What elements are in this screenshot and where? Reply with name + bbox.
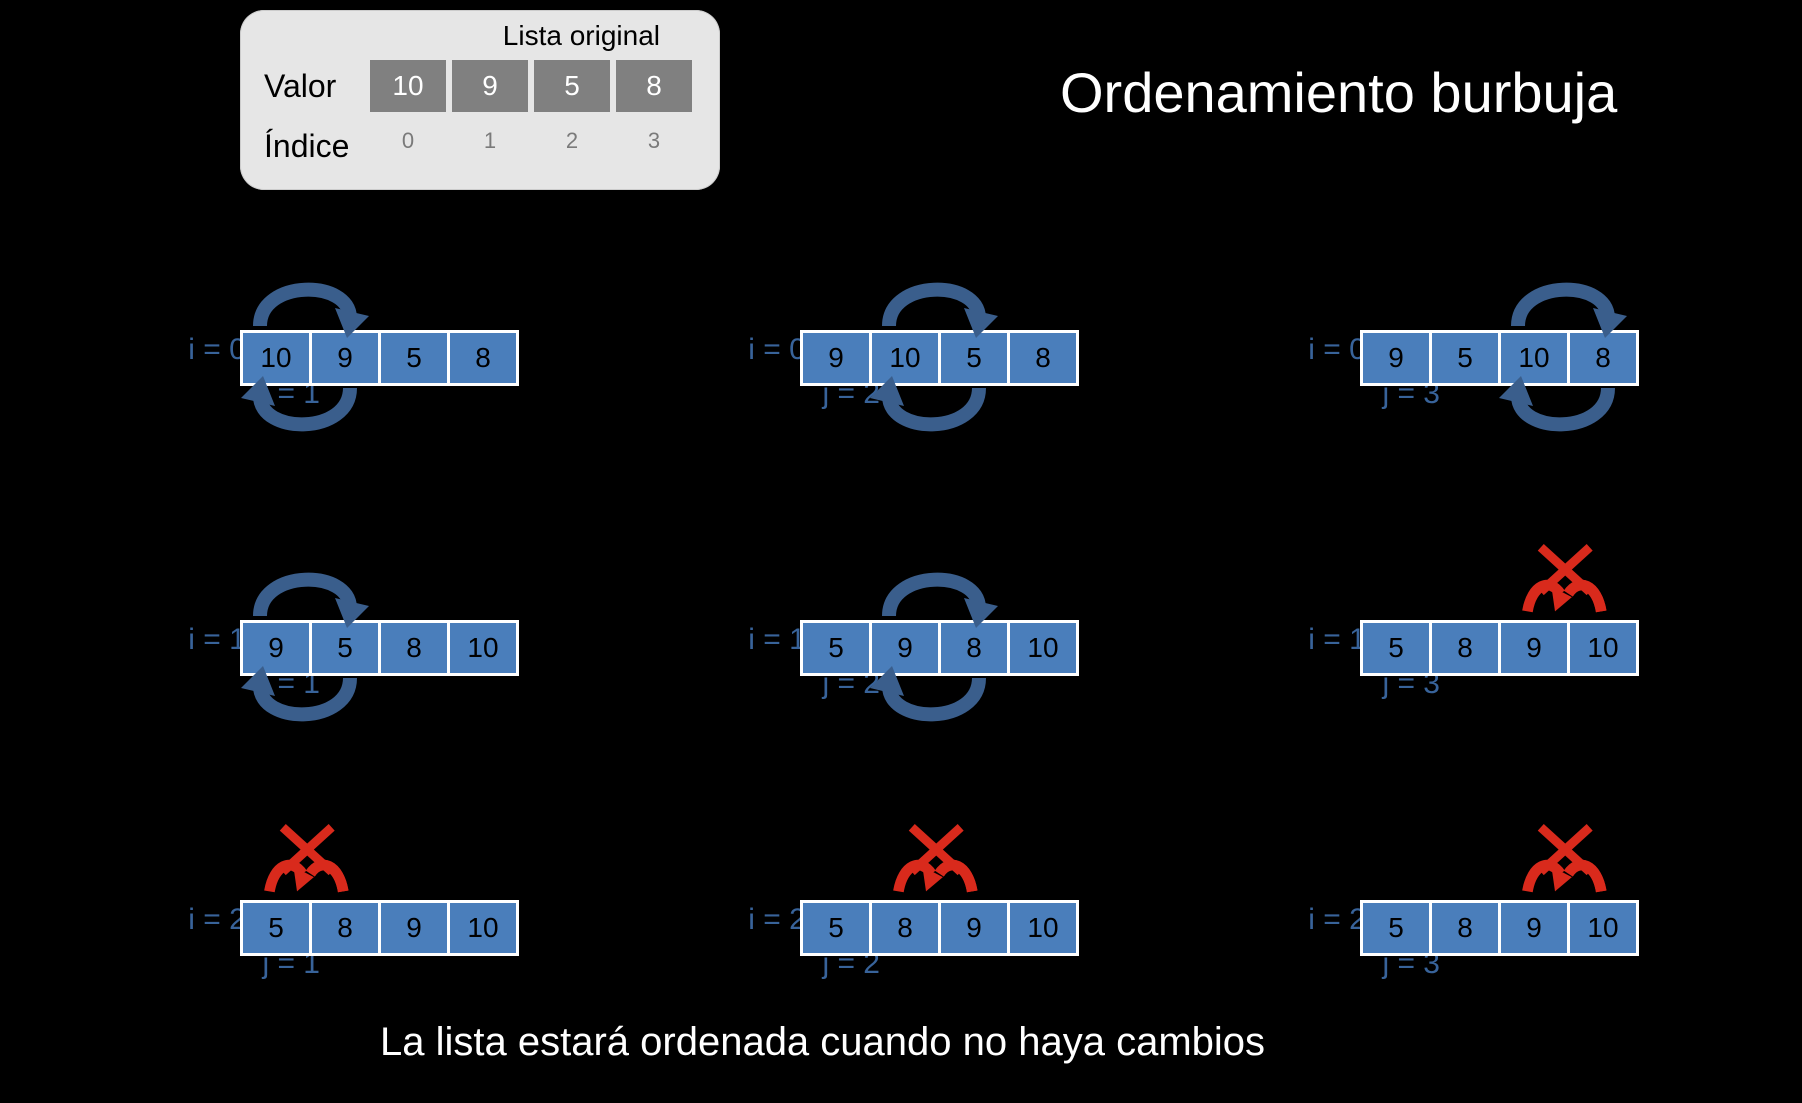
original-list-title: Lista original xyxy=(503,20,660,52)
no-swap-icon xyxy=(1488,822,1638,902)
array-cell: 5 xyxy=(803,623,872,673)
array-cell: 9 xyxy=(941,903,1010,953)
swap-arrow-top xyxy=(235,554,375,624)
label-indice: Índice xyxy=(264,128,349,165)
swap-arrow-bottom xyxy=(864,380,1004,450)
array-cell: 9 xyxy=(1363,333,1432,383)
header-index-cell: 2 xyxy=(534,128,610,154)
label-valor: Valor xyxy=(264,68,336,105)
array-cell: 5 xyxy=(803,903,872,953)
array-cell: 8 xyxy=(1010,333,1076,383)
array-cell: 9 xyxy=(312,333,381,383)
step: i = 0, j = 2j = 395108 xyxy=(1180,250,1750,490)
step: i = 1, j = 1j = 259810 xyxy=(620,540,1190,780)
original-list-panel: Lista original Valor Índice 10958 0123 xyxy=(240,10,720,190)
array-cell: 9 xyxy=(872,623,941,673)
header-index-cell: 1 xyxy=(452,128,528,154)
array: 10958 xyxy=(240,330,519,386)
swap-arrow-bottom xyxy=(235,380,375,450)
array-cell: 5 xyxy=(243,903,312,953)
array-cell: 5 xyxy=(1432,333,1501,383)
array-cell: 8 xyxy=(941,623,1010,673)
header-index-cell: 0 xyxy=(370,128,446,154)
header-value-cell: 8 xyxy=(616,60,692,112)
step: i = 1, j = 2j = 358910 xyxy=(1180,540,1750,780)
step: i = 1, j = 0j = 195810 xyxy=(60,540,630,780)
header-value-cell: 10 xyxy=(370,60,446,112)
original-list-values: 10958 xyxy=(370,60,692,112)
array-cell: 10 xyxy=(450,903,516,953)
footer-text: La lista estará ordenada cuando no haya … xyxy=(380,1020,1265,1065)
array-cell: 10 xyxy=(1501,333,1570,383)
swap-arrow-bottom xyxy=(1493,380,1633,450)
step: i = 2, j = 2j = 358910 xyxy=(1180,820,1750,1060)
array-cell: 10 xyxy=(1010,903,1076,953)
array-cell: 8 xyxy=(312,903,381,953)
array-cell: 8 xyxy=(872,903,941,953)
array-cell: 9 xyxy=(243,623,312,673)
array-cell: 5 xyxy=(1363,903,1432,953)
array-cell: 10 xyxy=(872,333,941,383)
array-cell: 10 xyxy=(1010,623,1076,673)
step: i = 0, j = 0j = 110958 xyxy=(60,250,630,490)
header-value-cell: 5 xyxy=(534,60,610,112)
array-cell: 10 xyxy=(1570,623,1636,673)
array-cell: 10 xyxy=(450,623,516,673)
no-swap-icon xyxy=(859,822,1009,902)
array-cell: 8 xyxy=(1570,333,1636,383)
array-cell: 8 xyxy=(450,333,516,383)
step: i = 0, j = 1j = 291058 xyxy=(620,250,1190,490)
array-cell: 10 xyxy=(243,333,312,383)
array: 59810 xyxy=(800,620,1079,676)
swap-arrow-top xyxy=(1493,264,1633,334)
header-index-cell: 3 xyxy=(616,128,692,154)
array-cell: 5 xyxy=(941,333,1010,383)
swap-arrow-top xyxy=(235,264,375,334)
array-cell: 9 xyxy=(1501,903,1570,953)
array: 58910 xyxy=(800,900,1079,956)
swap-arrow-top xyxy=(864,264,1004,334)
header-value-cell: 9 xyxy=(452,60,528,112)
no-swap-icon xyxy=(230,822,380,902)
array-cell: 9 xyxy=(381,903,450,953)
no-swap-icon xyxy=(1488,542,1638,622)
array: 95810 xyxy=(240,620,519,676)
swap-arrow-bottom xyxy=(864,670,1004,740)
array-cell: 8 xyxy=(381,623,450,673)
array: 58910 xyxy=(1360,620,1639,676)
array: 95108 xyxy=(1360,330,1639,386)
swap-arrow-top xyxy=(864,554,1004,624)
array-cell: 8 xyxy=(1432,623,1501,673)
diagram-title: Ordenamiento burbuja xyxy=(1060,60,1617,125)
array: 91058 xyxy=(800,330,1079,386)
array-cell: 9 xyxy=(1501,623,1570,673)
swap-arrow-bottom xyxy=(235,670,375,740)
array-cell: 5 xyxy=(381,333,450,383)
array-cell: 5 xyxy=(1363,623,1432,673)
array-cell: 10 xyxy=(1570,903,1636,953)
array-cell: 5 xyxy=(312,623,381,673)
array-cell: 8 xyxy=(1432,903,1501,953)
original-list-indices: 0123 xyxy=(370,128,692,154)
array-cell: 9 xyxy=(803,333,872,383)
array: 58910 xyxy=(1360,900,1639,956)
array: 58910 xyxy=(240,900,519,956)
